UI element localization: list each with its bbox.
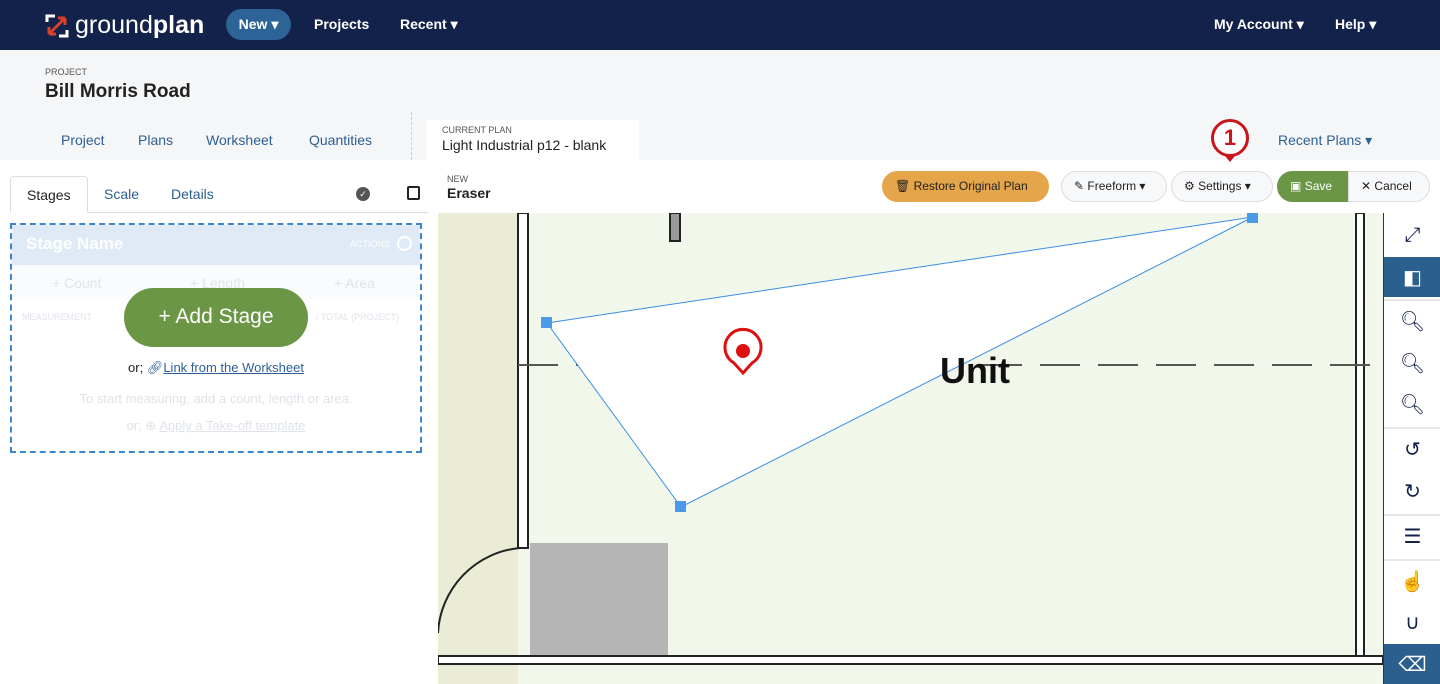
new-label: New [238,16,268,32]
brand-light: ground [75,11,153,39]
zoom-out-icon[interactable]: 🔍︎ [1384,343,1440,383]
cancel-button[interactable]: ✕ Cancel [1348,171,1430,202]
link-worksheet-row: or; 🔗︎Link from the Worksheet [12,360,420,376]
link-icon: 🔗︎ [146,360,164,375]
mode-label: NEW [447,174,468,184]
pointer-icon[interactable]: ☝ [1384,561,1440,601]
measurement-col: MEASUREMENT [22,312,93,322]
brand-bold: plan [152,11,205,39]
wall-right [1355,213,1365,659]
left-panel: Stages Scale Details ✓ Stage Name ACTION… [0,160,438,684]
tab-plans[interactable]: Plans [138,132,173,148]
top-navbar: groundplan New ▾ Projects Recent ▾ My Ac… [0,0,1440,50]
freeform-label: Freeform [1087,179,1137,193]
current-plan-name: Light Industrial p12 - blank [442,137,607,153]
check-circle-icon[interactable]: ✓ [356,187,370,201]
expand-icon[interactable]: ⤢ [1384,215,1440,255]
list-icon[interactable]: ☰ [1384,516,1440,556]
snap-magnet-icon[interactable]: ∪ [1384,602,1440,642]
save-icon: ▣ [1290,179,1302,193]
vertex-handle[interactable] [675,501,686,512]
stage-name: Stage Name [26,234,124,253]
panel-toggle-icon[interactable]: ◧ [1384,257,1440,297]
save-disk-icon[interactable] [407,186,420,200]
tab-details[interactable]: Details [155,176,230,213]
upload-circle-icon: ⊕ [145,418,157,433]
my-account-label: My Account [1214,16,1293,32]
hint-text: To start measuring, add a count, length … [79,391,353,406]
stage-actions: ACTIONS [349,239,390,249]
groundplan-logo[interactable]: groundplan [45,11,204,40]
save-label: Save [1304,179,1333,193]
add-count: + Count [52,275,102,291]
apply-template-link[interactable]: Apply a Take-off template [159,418,305,433]
mode-name: Eraser [447,185,491,201]
new-dropdown[interactable]: New ▾ [226,9,291,40]
adjacent-area [438,213,518,684]
current-plan-label: CURRENT PLAN [442,125,512,135]
tab-project[interactable]: Project [61,132,105,148]
link-from-worksheet[interactable]: Link from the Worksheet [163,360,304,375]
floor-plan[interactable]: Unit [438,213,1383,684]
vertex-handle[interactable] [541,317,552,328]
save-button[interactable]: ▣ Save [1277,171,1348,202]
trash-icon: 🗑︎ [895,179,911,193]
recent-plans-label: Recent Plans [1278,132,1362,148]
zoom-fit-icon[interactable]: 🔍︎ [1384,384,1440,424]
eraser-icon[interactable]: ⌫ [1384,644,1440,684]
cancel-label: Cancel [1374,179,1412,193]
tab-worksheet[interactable]: Worksheet [206,132,273,148]
project-label: PROJECT [45,67,88,77]
tab-quantities[interactable]: Quantities [309,132,372,148]
wall-bottom [438,655,1383,665]
nav-projects[interactable]: Projects [314,16,369,32]
tab-stages[interactable]: Stages [10,176,88,213]
or-text-2: or; [126,418,142,433]
callout-number: 1 [1223,125,1237,150]
or-text: or; [128,360,144,375]
recent-plans-dropdown[interactable]: Recent Plans ▾ [1278,132,1372,149]
zoom-in-icon[interactable]: 🔍︎ [1384,301,1440,341]
gears-icon: ⚙ [1184,179,1195,193]
settings-label: Settings [1198,179,1242,193]
nav-my-account[interactable]: My Account ▾ [1214,16,1304,33]
callout-pointer [1225,156,1235,162]
add-area: + Area [334,275,375,291]
chevron-circle-icon [397,236,412,251]
right-tool-rail: ⤢ ◧ 🔍︎ 🔍︎ 🔍︎ ↺ ↻ ☰ ☝ ∪ ⌫ [1383,213,1440,684]
redo-icon[interactable]: ↻ [1384,471,1440,511]
add-stage-button[interactable]: + Add Stage [124,288,308,347]
room-label: Unit [940,350,1010,391]
template-row: or; ⊕ Apply a Take-off template [12,418,420,434]
help-label: Help [1335,16,1366,32]
total-col: / TOTAL (PROJECT) [316,312,400,322]
current-plan[interactable]: CURRENT PLAN Light Industrial p12 - blan… [427,120,639,162]
nav-recent-label: Recent [400,16,447,32]
restore-original-plan-button[interactable]: 🗑︎ Restore Original Plan [882,171,1049,202]
plan-canvas[interactable]: Unit [438,213,1383,684]
freeform-dropdown[interactable]: ✎ Freeform ▾ [1061,171,1167,202]
wall-left [517,213,529,549]
pencil-icon: ✎ [1074,179,1085,193]
project-title: Bill Morris Road [45,81,191,102]
callout-marker: 1 [1211,119,1249,157]
tab-scale[interactable]: Scale [88,176,155,213]
settings-dropdown[interactable]: ⚙ Settings ▾ [1171,171,1273,202]
plan-toolbar: NEW Eraser 🗑︎ Restore Original Plan ✎ Fr… [438,160,1440,213]
wall-stub [669,213,681,242]
divider [411,112,412,160]
nav-recent[interactable]: Recent ▾ [400,16,458,33]
nav-help[interactable]: Help ▾ [1335,16,1376,33]
restore-label: Restore Original Plan [913,179,1028,193]
gray-block [530,543,668,655]
stage-header: Stage Name ACTIONS [12,225,420,265]
undo-icon[interactable]: ↺ [1384,429,1440,469]
eraser-polygon[interactable] [546,216,1254,508]
logo-icon [45,14,69,37]
close-icon: ✕ [1361,179,1372,193]
vertex-handle[interactable] [1247,213,1258,223]
left-tabs: Stages Scale Details ✓ [10,176,428,213]
